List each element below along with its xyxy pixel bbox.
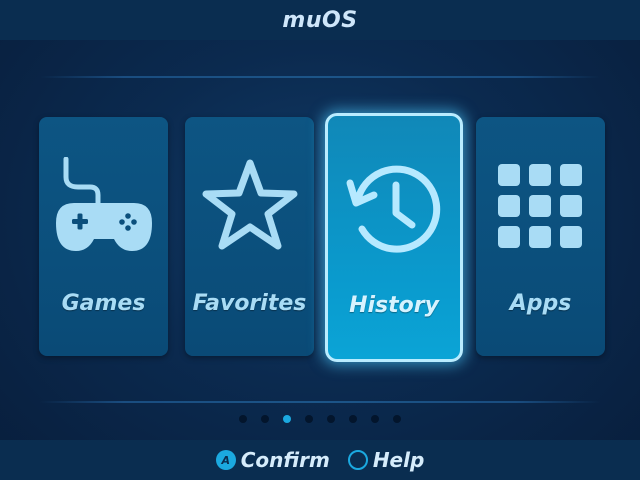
page-dot xyxy=(261,415,269,423)
screen: muOS Games Favorites History Apps A Conf… xyxy=(0,0,640,480)
bottom-divider xyxy=(40,401,600,403)
page-dot-active xyxy=(283,415,291,423)
history-icon xyxy=(328,159,460,259)
page-dot xyxy=(239,415,247,423)
grid-icon xyxy=(476,157,605,257)
menu-tile-label: Favorites xyxy=(192,291,307,316)
page-dot xyxy=(393,415,401,423)
page-indicator xyxy=(0,415,640,425)
star-icon xyxy=(185,157,314,257)
confirm-hint[interactable]: A Confirm xyxy=(215,448,330,472)
menu-tile-label: Games xyxy=(61,291,146,316)
top-divider xyxy=(40,76,600,78)
page-dot xyxy=(349,415,357,423)
header-bar: muOS xyxy=(0,0,640,40)
help-hint[interactable]: Help xyxy=(347,448,425,472)
menu-tile-label: History xyxy=(349,293,439,318)
page-dot xyxy=(327,415,335,423)
menu-tile-games[interactable]: Games xyxy=(39,117,168,356)
confirm-label: Confirm xyxy=(240,448,330,472)
menu-tile-label: Apps xyxy=(509,291,572,316)
menu-tile-favorites[interactable]: Favorites xyxy=(185,117,314,356)
page-dot xyxy=(371,415,379,423)
a-button-icon: A xyxy=(215,450,236,470)
page-dot xyxy=(305,415,313,423)
circle-button-icon xyxy=(347,450,368,470)
menu-tile-history[interactable]: History xyxy=(325,113,463,362)
app-title: muOS xyxy=(282,7,358,33)
menu-tile-apps[interactable]: Apps xyxy=(476,117,605,356)
help-label: Help xyxy=(372,448,425,472)
footer-bar: A Confirm Help xyxy=(0,440,640,480)
gamepad-icon xyxy=(39,157,168,257)
